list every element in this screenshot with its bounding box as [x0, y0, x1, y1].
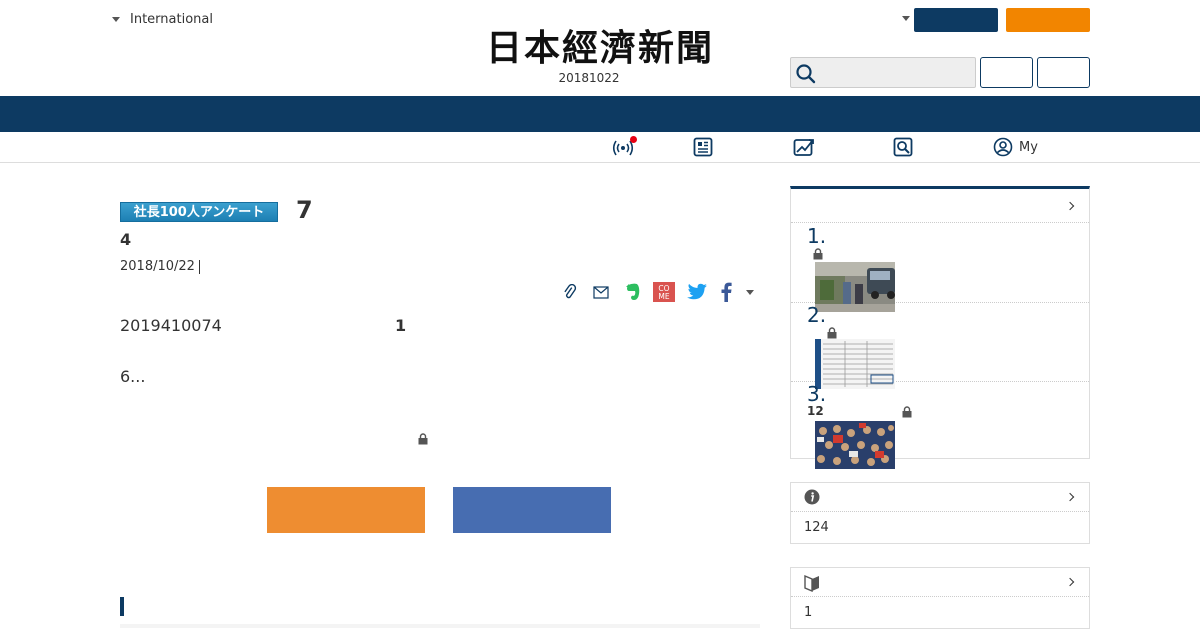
ranking-item[interactable]: 2. — [791, 303, 1089, 389]
caret-down-icon[interactable] — [902, 16, 910, 21]
guide-panel-value: 1 — [804, 605, 813, 620]
issue-date: 20181022 — [558, 71, 620, 85]
publish-date: 2018/10/22 — [120, 259, 200, 274]
header-outline-button-1[interactable] — [980, 57, 1033, 88]
evernote-icon[interactable] — [622, 280, 644, 304]
login-button[interactable] — [914, 8, 998, 32]
subnav-my[interactable]: My — [993, 136, 1038, 158]
info-panel: 124 — [790, 482, 1090, 544]
rank-sub-number: 12 — [807, 404, 824, 418]
register-button[interactable] — [267, 487, 425, 533]
guide-panel: 1 — [790, 567, 1090, 629]
chart-icon — [793, 139, 814, 156]
caret-down-icon — [112, 17, 120, 22]
user-icon — [993, 137, 1013, 157]
facebook-icon[interactable] — [718, 280, 734, 304]
subnav-markets[interactable] — [792, 136, 816, 158]
rank-number: 3. — [807, 382, 827, 406]
section-heading-marker — [120, 597, 124, 616]
chevron-right-icon — [1065, 492, 1075, 502]
divider — [198, 259, 200, 274]
sub-navbar: My — [0, 132, 1200, 163]
search-box[interactable] — [790, 57, 976, 88]
edition-label: International — [130, 12, 213, 27]
edition-selector[interactable]: International — [112, 12, 213, 27]
subnav-paper[interactable] — [692, 136, 714, 158]
lock-icon — [827, 327, 837, 339]
info-panel-value: 124 — [804, 520, 829, 535]
rank-number: 1. — [807, 224, 827, 248]
chevron-right-icon — [1065, 201, 1075, 210]
info-panel-header[interactable] — [791, 483, 1089, 512]
subnav-search[interactable] — [892, 136, 914, 158]
body-paragraph-1: 2019410074 1 — [120, 316, 760, 335]
main-navbar — [0, 96, 1200, 132]
article-title: 7 — [296, 196, 313, 224]
publish-date-text: 2018/10/22 — [120, 259, 195, 274]
my-label: My — [1019, 139, 1038, 155]
rank-number: 2. — [807, 303, 827, 327]
subnav-live[interactable] — [612, 136, 637, 158]
top-header: International 日本經濟新聞 20181022 — [0, 0, 1200, 96]
search-input[interactable] — [819, 61, 969, 84]
ranking-header[interactable] — [791, 189, 1089, 223]
svg-text:ME: ME — [658, 292, 669, 301]
search-icon[interactable] — [795, 63, 817, 85]
ranking-thumbnail[interactable] — [815, 420, 895, 470]
beginner-icon — [804, 574, 819, 592]
ranking-item[interactable]: 1. — [791, 224, 1089, 312]
article-subtitle: 4 — [120, 230, 132, 249]
site-logo[interactable]: 日本經濟新聞 — [452, 28, 748, 68]
guide-panel-header[interactable] — [791, 568, 1089, 597]
body-paragraph-2: 6... — [120, 367, 146, 386]
ranking-item[interactable]: 3. 12 — [791, 382, 1089, 469]
notification-dot — [630, 136, 637, 143]
mail-icon[interactable] — [590, 280, 612, 304]
section-divider — [120, 624, 760, 628]
lock-icon — [902, 406, 912, 418]
ranking-panel: 1. 2. 3. 12 — [790, 186, 1090, 469]
search-magnifier-icon — [893, 137, 913, 157]
login-cta-button[interactable] — [453, 487, 611, 533]
clip-icon[interactable] — [560, 280, 580, 304]
caret-down-icon[interactable] — [744, 280, 756, 304]
newspaper-icon — [693, 137, 713, 157]
body-text-a: 2019410074 — [120, 316, 222, 335]
info-icon — [804, 489, 820, 505]
header-outline-button-2[interactable] — [1037, 57, 1090, 88]
chevron-right-icon — [1065, 577, 1075, 587]
body-text-b: 1 — [395, 316, 407, 335]
twitter-icon[interactable] — [685, 280, 709, 304]
subscribe-button[interactable] — [1006, 8, 1090, 32]
lock-icon — [813, 248, 823, 260]
come-icon[interactable]: CO ME — [653, 280, 675, 304]
lock-icon — [418, 433, 428, 445]
series-banner[interactable]: 社長100人アンケート — [120, 202, 278, 222]
